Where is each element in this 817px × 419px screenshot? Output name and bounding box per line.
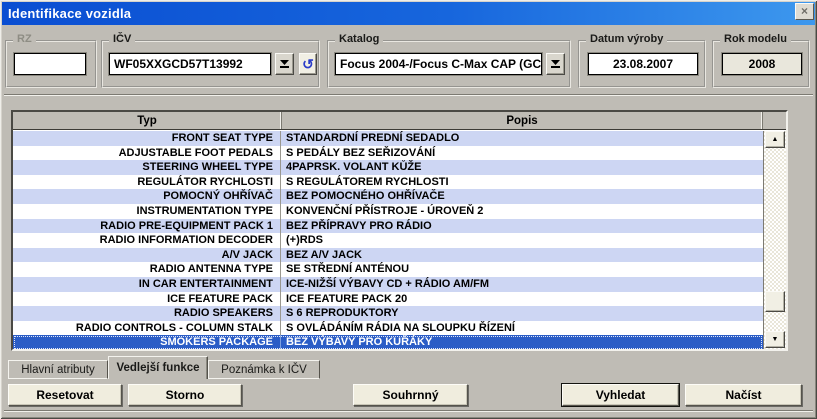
table-row[interactable]: IN CAR ENTERTAINMENT ICE-NIŽŠÍ VÝBAVY CD… [13, 277, 763, 292]
typ-cell: RADIO PRE-EQUIPMENT PACK 1 [13, 219, 281, 234]
table-header: Typ Popis [13, 112, 786, 130]
typ-cell: POMOCNÝ OHŘÍVAČ [13, 189, 281, 204]
typ-cell: SMOKERS PACKAGE [13, 335, 281, 349]
popis-cell: S 6 REPRODUKTORY [281, 306, 763, 321]
group-datum-vyroby: Datum výroby 23.08.2007 [578, 40, 706, 88]
nacist-button[interactable]: Načíst [685, 384, 802, 406]
group-rok-modelu: Rok modelu 2008 [712, 40, 810, 88]
datum-vyroby-label: Datum výroby [586, 33, 667, 45]
datum-vyroby-input[interactable]: 23.08.2007 [588, 53, 698, 75]
resetovat-button[interactable]: Resetovat [8, 384, 122, 406]
icv-dropdown-button[interactable] [275, 53, 294, 75]
vehicle-identification-dialog: Identifikace vozidla × RZ IČV WF05XXGCD5… [0, 0, 817, 419]
typ-cell: RADIO ANTENNA TYPE [13, 262, 281, 277]
scroll-down-button[interactable]: ▼ [765, 331, 785, 348]
table-row[interactable]: RADIO CONTROLS - COLUMN STALK S OVLÁDÁNÍ… [13, 321, 763, 336]
icv-label: IČV [109, 33, 135, 45]
popis-cell: S PEDÁLY BEZ SEŘIZOVÁNÍ [281, 146, 763, 161]
katalog-dropdown-button[interactable] [546, 53, 565, 75]
typ-cell: FRONT SEAT TYPE [13, 131, 281, 146]
table-row[interactable]: RADIO PRE-EQUIPMENT PACK 1 BEZ PŘÍPRAVY … [13, 219, 763, 234]
tab-2[interactable]: Poznámka k IČV [208, 360, 320, 379]
popis-cell: KONVENČNÍ PŘÍSTROJE - ÚROVEŇ 2 [281, 204, 763, 219]
rok-modelu-value: 2008 [722, 53, 802, 75]
popis-cell: BEZ POMOCNÉHO OHŘÍVAČE [281, 189, 763, 204]
rz-input[interactable] [14, 53, 86, 75]
table-row[interactable]: RADIO INFORMATION DECODER (+)RDS [13, 233, 763, 248]
typ-cell: RADIO CONTROLS - COLUMN STALK [13, 321, 281, 336]
katalog-combobox[interactable]: Focus 2004-/Focus C-Max CAP (GC [335, 53, 542, 75]
table-row[interactable]: RADIO SPEAKERS S 6 REPRODUKTORY [13, 306, 763, 321]
column-header-typ[interactable]: Typ [13, 112, 282, 129]
popis-cell: BEZ PŘÍPRAVY PRO RÁDIO [281, 219, 763, 234]
table-row[interactable]: FRONT SEAT TYPE STANDARDNÍ PREDNÍ SEDADL… [13, 131, 763, 146]
scroll-down-icon: ▼ [772, 336, 779, 343]
popis-cell: STANDARDNÍ PREDNÍ SEDADLO [281, 131, 763, 146]
scroll-up-button[interactable]: ▲ [765, 131, 785, 148]
katalog-label: Katalog [335, 33, 383, 45]
icv-refresh-button[interactable]: ↺ [299, 53, 317, 75]
typ-cell: IN CAR ENTERTAINMENT [13, 277, 281, 292]
table-row[interactable]: POMOCNÝ OHŘÍVAČ BEZ POMOCNÉHO OHŘÍVAČE [13, 189, 763, 204]
typ-cell: REGULÁTOR RYCHLOSTI [13, 175, 281, 190]
vyhledat-button[interactable]: Vyhledat [562, 384, 679, 406]
table-row[interactable]: REGULÁTOR RYCHLOSTI S REGULÁTOREM RYCHLO… [13, 175, 763, 190]
typ-cell: A/V JACK [13, 248, 281, 263]
souhrnny-button[interactable]: Souhrnný [353, 384, 468, 406]
dropdown-arrow-icon [550, 59, 561, 69]
storno-button[interactable]: Storno [128, 384, 242, 406]
table-rows: FRONT SEAT TYPE STANDARDNÍ PREDNÍ SEDADL… [13, 131, 763, 349]
table-row[interactable]: ADJUSTABLE FOOT PEDALS S PEDÁLY BEZ SEŘI… [13, 146, 763, 161]
window-title: Identifikace vozidla [8, 6, 131, 21]
dropdown-arrow-icon [279, 59, 290, 69]
table-row[interactable]: SMOKERS PACKAGE BEZ VÝBAVY PRO KUŘÁKY [13, 335, 763, 349]
tab-0[interactable]: Hlavní atributy [8, 360, 108, 379]
scroll-up-icon: ▲ [772, 136, 779, 143]
typ-cell: STEERING WHEEL TYPE [13, 160, 281, 175]
scrollbar-thumb[interactable] [765, 291, 785, 312]
rz-label: RZ [13, 33, 36, 45]
table-row[interactable]: ICE FEATURE PACK ICE FEATURE PACK 20 [13, 292, 763, 307]
close-button[interactable]: × [795, 3, 814, 20]
top-separator [4, 94, 813, 96]
popis-cell: BEZ VÝBAVY PRO KUŘÁKY [281, 335, 763, 349]
rok-modelu-label: Rok modelu [720, 33, 791, 45]
titlebar[interactable]: Identifikace vozidla [2, 2, 815, 25]
table-row[interactable]: RADIO ANTENNA TYPE SE STŘEDNÍ ANTÉNOU [13, 262, 763, 277]
table-row[interactable]: A/V JACK BEZ A/V JACK [13, 248, 763, 263]
typ-cell: INSTRUMENTATION TYPE [13, 204, 281, 219]
popis-cell: 4PAPRSK. VOLANT KŮŽE [281, 160, 763, 175]
refresh-icon: ↺ [302, 57, 314, 71]
popis-cell: S REGULÁTOREM RYCHLOSTI [281, 175, 763, 190]
column-header-stub [763, 112, 786, 129]
typ-cell: ADJUSTABLE FOOT PEDALS [13, 146, 281, 161]
popis-cell: SE STŘEDNÍ ANTÉNOU [281, 262, 763, 277]
attributes-table: Typ Popis FRONT SEAT TYPE STANDARDNÍ PRE… [11, 110, 788, 351]
table-row[interactable]: INSTRUMENTATION TYPE KONVENČNÍ PŘÍSTROJE… [13, 204, 763, 219]
typ-cell: RADIO INFORMATION DECODER [13, 233, 281, 248]
group-icv: IČV WF05XXGCD57T13992 ↺ [101, 40, 320, 88]
tabstrip: Hlavní atributyVedlejší funkcePoznámka k… [8, 356, 320, 379]
popis-cell: (+)RDS [281, 233, 763, 248]
popis-cell: ICE-NIŽŠÍ VÝBAVY CD + RÁDIO AM/FM [281, 277, 763, 292]
vertical-scrollbar[interactable]: ▲ ▼ [763, 131, 786, 349]
popis-cell: S OVLÁDÁNÍM RÁDIA NA SLOUPKU ŘÍZENÍ [281, 321, 763, 336]
group-rz: RZ [5, 40, 97, 88]
popis-cell: BEZ A/V JACK [281, 248, 763, 263]
icv-input[interactable]: WF05XXGCD57T13992 [109, 53, 271, 75]
popis-cell: ICE FEATURE PACK 20 [281, 292, 763, 307]
close-icon: × [801, 5, 808, 17]
group-katalog: Katalog Focus 2004-/Focus C-Max CAP (GC [327, 40, 571, 88]
bottom-separator [4, 410, 813, 412]
tab-1[interactable]: Vedlejší funkce [108, 356, 208, 379]
typ-cell: RADIO SPEAKERS [13, 306, 281, 321]
column-header-popis[interactable]: Popis [282, 112, 763, 129]
typ-cell: ICE FEATURE PACK [13, 292, 281, 307]
table-row[interactable]: STEERING WHEEL TYPE 4PAPRSK. VOLANT KŮŽE [13, 160, 763, 175]
